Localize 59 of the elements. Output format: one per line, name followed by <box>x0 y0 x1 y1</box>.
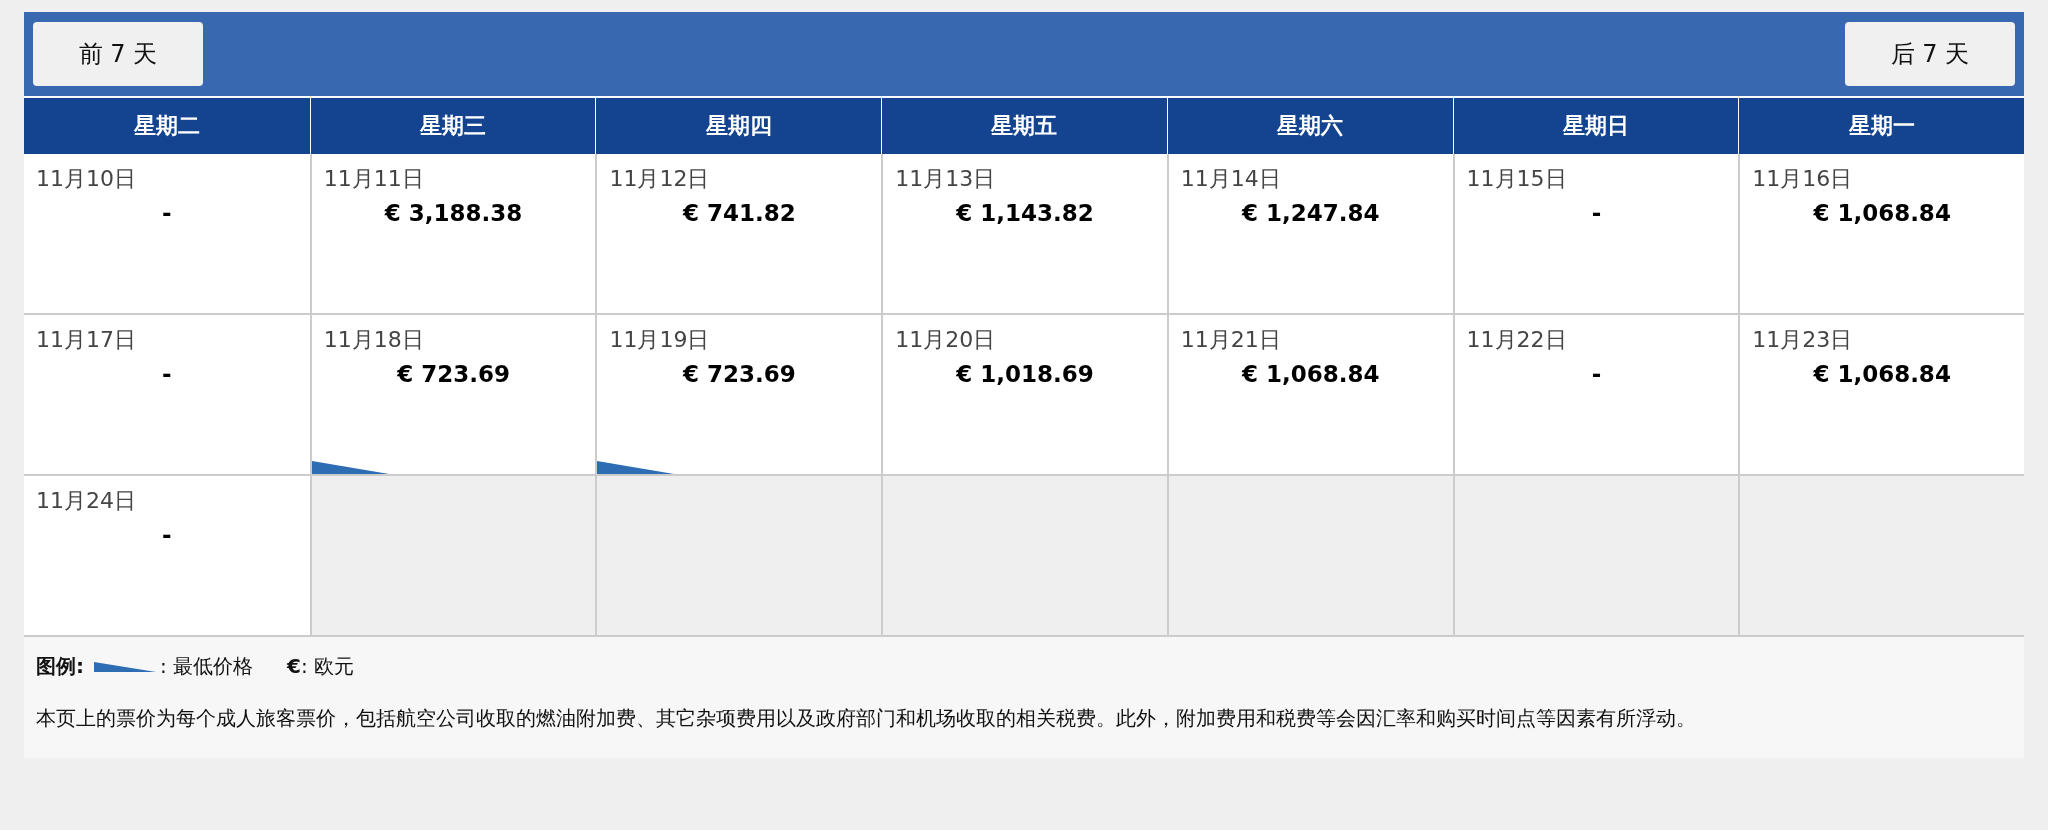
day-cell[interactable]: 11月10日 - <box>24 154 310 315</box>
price-label: - <box>162 361 172 387</box>
weekday-header: 星期日 <box>1452 98 1739 154</box>
date-label: 11月22日 <box>1466 326 1567 354</box>
price-label: € 1,068.84 <box>1241 361 1380 387</box>
date-label: 11月24日 <box>36 487 136 515</box>
date-label: 11月15日 <box>1466 165 1567 193</box>
price-label: € 1,068.84 <box>1813 361 1951 387</box>
date-label: 11月23日 <box>1752 326 1853 354</box>
price-label: € 741.82 <box>682 200 796 226</box>
date-label: 11月13日 <box>895 165 996 193</box>
date-label: 11月12日 <box>609 165 710 193</box>
date-label: 11月18日 <box>323 326 424 354</box>
price-label: € 1,143.82 <box>956 200 1094 226</box>
day-cell[interactable]: 11月19日 € 723.69 <box>595 315 882 476</box>
price-label: € 1,068.84 <box>1813 200 1951 226</box>
day-cell[interactable]: 11月18日 € 723.69 <box>309 315 596 476</box>
day-cell[interactable]: 11月17日 - <box>24 315 310 476</box>
previous-week-button[interactable]: 前 7 天 <box>33 22 203 86</box>
date-label: 11月14日 <box>1180 165 1281 193</box>
day-cell[interactable]: 11月20日 € 1,018.69 <box>881 315 1167 476</box>
next-week-button[interactable]: 后 7 天 <box>1845 22 2015 86</box>
date-label: 11月10日 <box>36 165 136 193</box>
date-label: 11月21日 <box>1180 326 1281 354</box>
fare-note: 本页上的票价为每个成人旅客票价，包括航空公司收取的燃油附加费、其它杂项费用以及政府部门和机场收取的相关税费。此外，附加费用和税费等会因汇率和购买时间点等因素有所浮动。 <box>36 705 1697 732</box>
price-label: - <box>162 522 172 548</box>
price-label: - <box>1591 200 1602 226</box>
day-cell[interactable]: 11月24日 - <box>24 476 310 637</box>
legend-text: : 最低价格 <box>160 653 254 680</box>
day-cell[interactable]: 11月16日 € 1,068.84 <box>1738 154 2024 315</box>
date-label: 11月11日 <box>323 165 424 193</box>
date-label: 11月19日 <box>609 326 710 354</box>
lowest-price-marker-icon <box>94 661 156 672</box>
weekday-header: 星期一 <box>1738 98 2024 154</box>
day-cell[interactable]: 11月22日 - <box>1452 315 1739 476</box>
price-label: - <box>1591 361 1602 387</box>
day-cell[interactable]: 11月23日 € 1,068.84 <box>1738 315 2024 476</box>
day-cell[interactable]: 11月21日 € 1,068.84 <box>1166 315 1453 476</box>
date-label: 11月17日 <box>36 326 136 354</box>
weekday-header: 星期四 <box>595 98 882 154</box>
date-label: 11月16日 <box>1752 165 1853 193</box>
legend-title: 图例: <box>36 653 84 680</box>
day-cell[interactable]: 11月13日 € 1,143.82 <box>881 154 1167 315</box>
legend-text: €: 欧元 <box>287 653 355 680</box>
date-label: 11月20日 <box>895 326 996 354</box>
price-label: € 723.69 <box>682 361 796 387</box>
day-cell[interactable]: 11月12日 € 741.82 <box>595 154 882 315</box>
price-label: € 3,188.38 <box>384 200 523 226</box>
day-cell[interactable]: 11月14日 € 1,247.84 <box>1166 154 1453 315</box>
day-cell[interactable]: 11月11日 € 3,188.38 <box>309 154 596 315</box>
weekday-header: 星期三 <box>309 98 596 154</box>
price-label: € 1,018.69 <box>956 361 1094 387</box>
weekday-header: 星期六 <box>1166 98 1453 154</box>
day-cell[interactable]: 11月15日 - <box>1452 154 1739 315</box>
price-label: € 723.69 <box>397 361 510 387</box>
weekday-header: 星期五 <box>881 98 1167 154</box>
price-label: - <box>162 200 172 226</box>
price-label: € 1,247.84 <box>1241 200 1380 226</box>
weekday-header: 星期二 <box>24 98 310 154</box>
